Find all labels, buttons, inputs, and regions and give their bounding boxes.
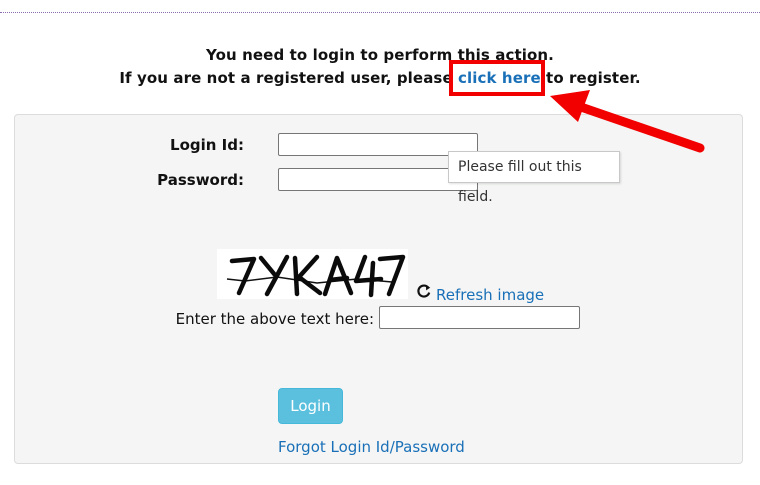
top-divider xyxy=(0,12,760,13)
register-message: If you are not a registered user, please… xyxy=(0,69,760,87)
refresh-image-link[interactable]: Refresh image xyxy=(436,286,544,304)
login-button[interactable]: Login xyxy=(278,388,343,424)
refresh-icon[interactable] xyxy=(416,283,432,299)
annotation-arrow-icon xyxy=(550,90,705,153)
login-required-message: You need to login to perform this action… xyxy=(206,46,554,64)
register-message-prefix: If you are not a registered user, please xyxy=(119,69,459,87)
annotation-highlight-box xyxy=(449,60,545,96)
password-label: Password: xyxy=(157,171,244,189)
register-message-suffix: to register. xyxy=(540,69,641,87)
captcha-input[interactable] xyxy=(379,306,580,329)
captcha-prompt-label: Enter the above text here: xyxy=(175,310,374,328)
login-id-label: Login Id: xyxy=(170,136,244,154)
forgot-login-link[interactable]: Forgot Login Id/Password xyxy=(278,438,465,456)
captcha-image xyxy=(217,249,408,299)
